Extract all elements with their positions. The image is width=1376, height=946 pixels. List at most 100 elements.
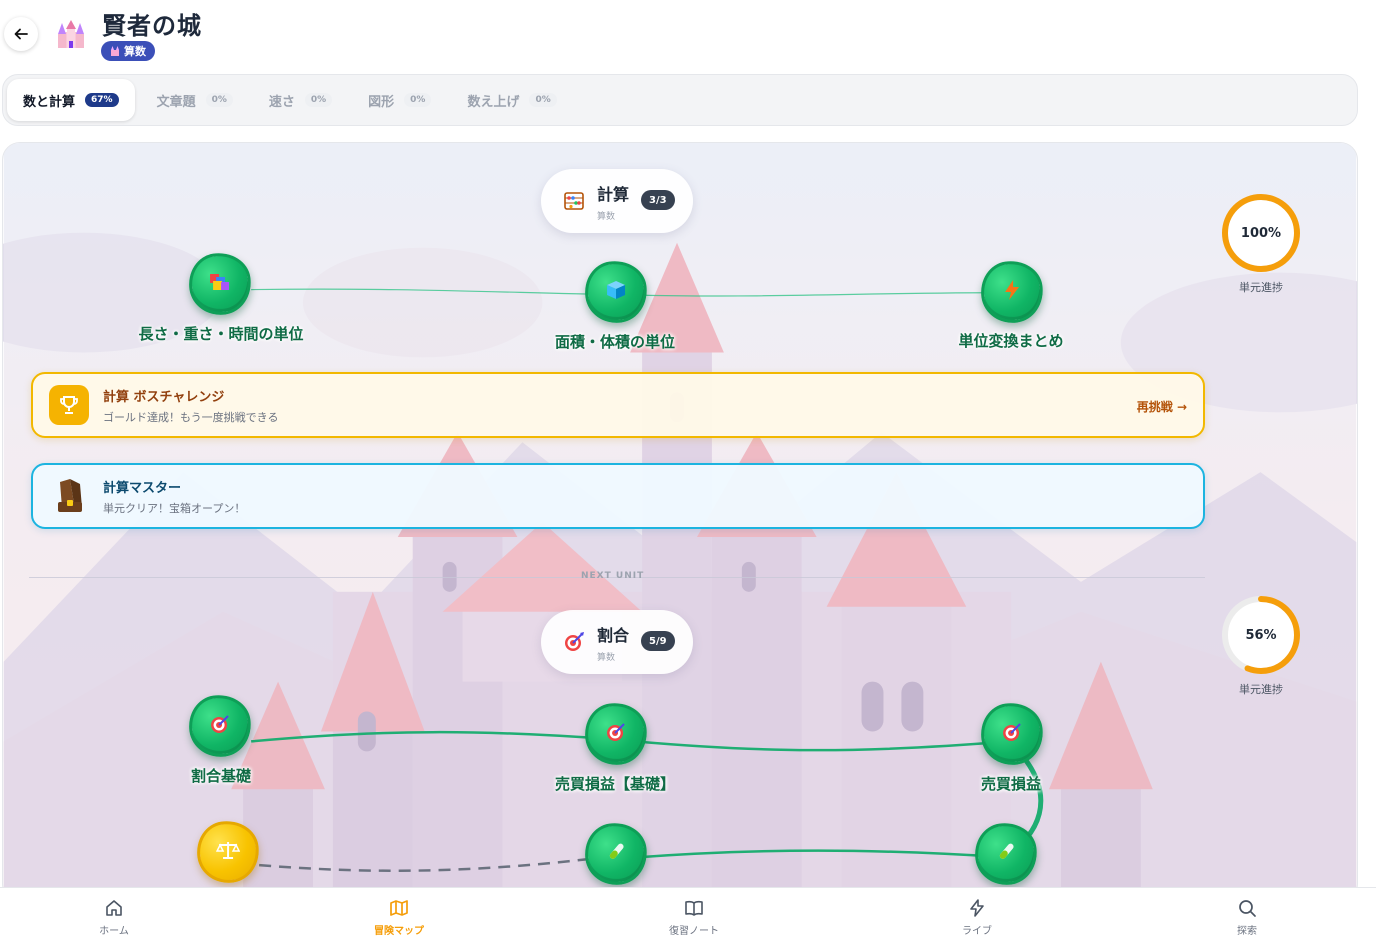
page-title: 賢者の城 (102, 12, 202, 40)
map-icon (390, 900, 408, 916)
tab-label: 文章題 (156, 94, 196, 110)
banner-texts: 計算 ボスチャレンジ ゴールド達成！もう一度挑戦できる (103, 386, 278, 425)
progress-percent: 56% (1245, 627, 1277, 643)
target-icon (563, 631, 585, 653)
banner-texts: 計算マスター 単元クリア！宝箱オープン！ (103, 477, 245, 516)
tab-number-calculation[interactable]: 数と計算 67% (7, 79, 135, 121)
node-badge (976, 256, 1048, 328)
tab-speed[interactable]: 速さ 0% (255, 79, 346, 121)
blocks-icon (208, 271, 232, 298)
node-badge (580, 698, 652, 770)
castle-logo-icon (58, 20, 84, 48)
node-badge (184, 248, 256, 320)
lesson-node-unit-conversion[interactable] (976, 256, 1048, 328)
unit-header-calculation[interactable]: 計算 算数 3/3 (541, 169, 693, 233)
subject-badge: 算数 (101, 41, 155, 61)
nav-label: ホーム (99, 926, 129, 937)
lesson-node-area-volume[interactable] (580, 256, 652, 328)
nav-label: 探索 (1237, 926, 1257, 937)
test-tube-icon (605, 841, 627, 868)
nav-label: 復習ノート (669, 926, 719, 937)
nav-live[interactable]: ライブ (917, 888, 1037, 946)
unit-header-ratio[interactable]: 割合 算数 5/9 (541, 610, 693, 674)
tab-progress-badge: 0% (304, 93, 333, 107)
castle-icon (111, 46, 119, 56)
unit-progress-calculation: 100% 単元進捗 (1219, 191, 1303, 295)
target-icon (605, 721, 627, 748)
lesson-node-experiment-1[interactable] (580, 818, 652, 890)
node-badge (970, 818, 1042, 890)
boss-banner-title: 計算 ボスチャレンジ (103, 389, 225, 405)
tab-progress-badge: 0% (205, 93, 233, 107)
unit-count-badge: 5/9 (641, 631, 675, 651)
lesson-node-current-balance[interactable] (192, 816, 264, 888)
arrow-left-icon (14, 28, 28, 40)
lesson-node-experiment-2[interactable] (970, 818, 1042, 890)
unit-name: 計算 (597, 184, 630, 204)
nav-home[interactable]: ホーム (54, 888, 174, 946)
unit-subject: 算数 (597, 652, 616, 663)
node-badge (580, 818, 652, 890)
lesson-label: 単位変換まとめ (958, 332, 1064, 350)
unit-progress-ratio: 56% 単元進捗 (1219, 593, 1303, 697)
target-icon (1001, 721, 1023, 748)
tab-word-problems[interactable]: 文章題 0% (143, 79, 247, 121)
node-badge (192, 816, 264, 888)
nav-explore[interactable]: 探索 (1187, 888, 1307, 946)
nav-adventure-map[interactable]: 冒険マップ (339, 888, 459, 946)
unit-master-banner[interactable]: 計算マスター 単元クリア！宝箱オープン！ (31, 463, 1205, 529)
book-icon (685, 900, 703, 916)
lesson-label: 売買損益【基礎】 (554, 775, 675, 793)
nav-label: 冒険マップ (374, 926, 424, 937)
trophy-icon (49, 385, 89, 425)
master-banner-title: 計算マスター (103, 480, 182, 496)
nav-label: ライブ (962, 926, 992, 937)
unit-subject: 算数 (597, 211, 616, 222)
bottom-navigation: ホーム 冒険マップ 復習ノート ライブ 探索 (0, 887, 1376, 946)
progress-label: 単元進捗 (1239, 683, 1283, 696)
boss-banner-subtitle: ゴールド達成！もう一度挑戦できる (103, 410, 279, 424)
lesson-node-profit-loss[interactable] (976, 698, 1048, 770)
tab-label: 図形 (368, 94, 395, 110)
subject-badge-label: 算数 (124, 45, 146, 58)
tab-label: 数え上げ (467, 94, 520, 110)
progress-label: 単元進捗 (1239, 281, 1283, 294)
cube-icon (605, 279, 627, 306)
lesson-node-profit-loss-basic[interactable] (580, 698, 652, 770)
nav-review-notes[interactable]: 復習ノート (634, 888, 754, 946)
app-header: 賢者の城 算数 (0, 0, 1376, 72)
unit-header-texts: 計算 算数 (597, 181, 629, 222)
lesson-label: 面積・体積の単位 (554, 333, 675, 351)
progress-ring: 100% (1219, 191, 1303, 275)
tab-counting[interactable]: 数え上げ 0% (453, 79, 570, 121)
lesson-label: 売買損益 (980, 775, 1041, 793)
lesson-label: 長さ・重さ・時間の単位 (138, 325, 304, 343)
adventure-map[interactable]: 計算 算数 3/3 100% 単元進捗 長さ・重さ・時間の単位 面積・体積の単位… (2, 142, 1358, 902)
abacus-icon (563, 190, 585, 212)
progress-ring: 56% (1219, 593, 1303, 677)
lesson-node-length-weight-time[interactable] (184, 248, 256, 320)
tab-progress-badge: 0% (404, 93, 432, 107)
target-icon (209, 713, 231, 740)
tab-progress-badge: 0% (529, 93, 557, 107)
tab-label: 速さ (268, 94, 295, 110)
node-badge (184, 690, 256, 762)
node-badge (580, 256, 652, 328)
lightning-icon (970, 899, 984, 917)
progress-percent: 100% (1240, 225, 1282, 241)
unit-header-texts: 割合 算数 (597, 622, 629, 663)
boss-challenge-banner[interactable]: 計算 ボスチャレンジ ゴールド達成！もう一度挑戦できる 再挑戦 → (31, 372, 1205, 438)
lightning-icon (1003, 279, 1021, 306)
unit-name: 割合 (597, 625, 630, 645)
master-banner-subtitle: 単元クリア！宝箱オープン！ (103, 501, 246, 515)
category-tabs: 数と計算 67% 文章題 0% 速さ 0% 図形 0% 数え上げ 0% (2, 74, 1358, 126)
test-tube-icon (995, 841, 1017, 868)
node-badge (976, 698, 1048, 770)
unit-count-badge: 3/3 (641, 190, 675, 210)
lesson-node-ratio-basics[interactable] (184, 690, 256, 762)
retry-button[interactable]: 再挑戦 → (1137, 398, 1187, 415)
next-unit-label: NEXT UNIT (581, 571, 645, 581)
back-button[interactable] (4, 17, 38, 51)
tab-geometry[interactable]: 図形 0% (354, 79, 445, 121)
tab-label: 数と計算 (23, 94, 76, 110)
